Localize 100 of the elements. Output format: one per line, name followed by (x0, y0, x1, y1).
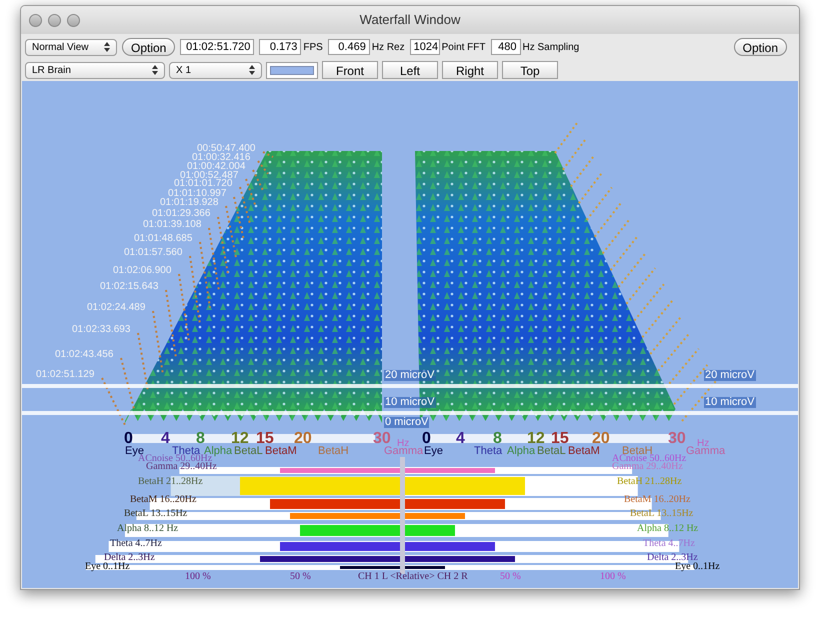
leader-line (618, 251, 648, 288)
band-label: Alpha (204, 446, 232, 457)
band-legend-label: Eye 0..1Hz (675, 562, 720, 572)
text-field[interactable]: 0.469 (328, 39, 370, 55)
band-label: BetaH (318, 446, 349, 457)
band-label: BetaM (568, 446, 600, 457)
amplitude-label: 10 microV (704, 397, 756, 408)
leader-line (681, 380, 717, 422)
scale-label: CH 1 L <Relative> CH 2 R (358, 572, 468, 582)
unit-label: Point FFT (442, 40, 486, 54)
leader-line (199, 242, 211, 308)
timestamp-label: 01:01:39.108 (143, 220, 202, 230)
tick-label: 12 (527, 431, 545, 447)
view-button[interactable]: Right (442, 61, 498, 79)
timestamp-label: 01:00:32.416 (192, 153, 250, 163)
band-legend-label: BetaM 16..20Hz (624, 495, 690, 505)
view-button[interactable]: Top (502, 61, 558, 79)
timestamp-label: 01:00:42.004 (187, 162, 246, 172)
band-legend-label: Alpha 8..12 Hz (117, 524, 178, 534)
band-legend-label: ACnoise 50..60Hz (612, 454, 686, 464)
leader-line (586, 186, 613, 221)
timestamp-label: 01:02:06.900 (113, 266, 172, 276)
amplitude-label: 20 microV (384, 370, 436, 381)
band-label: Eye (424, 446, 443, 457)
band-legend-label: BetaL 13..15Hz (124, 509, 188, 519)
band-legend-label: BetaM 16..20Hz (130, 495, 196, 505)
band-label: BetaL (537, 446, 566, 457)
dropdown[interactable]: X 1 (169, 62, 262, 78)
window-title: Waterfall Window (360, 11, 460, 30)
dropdown[interactable]: LR Brain (25, 62, 165, 78)
unit-label: Hz (697, 439, 710, 449)
text-field[interactable]: 1024 (410, 39, 440, 55)
leader-line (189, 256, 201, 325)
unit-label: Hz (397, 439, 410, 449)
zoom-button[interactable] (67, 14, 80, 27)
stepper-icon (104, 42, 110, 52)
band-legend-label: BetaH 21..28Hz (617, 477, 682, 487)
tick-label: 8 (493, 431, 502, 447)
stepper-icon (152, 65, 158, 75)
leader-line (562, 138, 586, 170)
color-well[interactable] (266, 62, 318, 78)
timestamp-label: 01:01:29.366 (152, 209, 210, 219)
band-label: BetaL (234, 446, 263, 457)
close-button[interactable] (29, 14, 42, 27)
band-label: Alpha (507, 446, 536, 457)
band-legend-label: BetaH 21..28Hz (138, 477, 203, 487)
tick-label: 4 (456, 431, 465, 447)
leader-line (165, 290, 177, 358)
timestamp-label: 00:50:47.400 (197, 144, 256, 154)
timestamp-label: 01:02:15.643 (100, 282, 158, 292)
leader-line (570, 154, 596, 188)
band-legend-label: Delta 2..3Hz (647, 553, 698, 563)
amplitude-label: 10 microV (384, 397, 436, 408)
text-field[interactable]: 01:02:51.720 (180, 39, 254, 55)
band-legend-label: Eye 0..1Hz (85, 562, 130, 572)
scale-label: 100 % (185, 572, 211, 582)
minimize-button[interactable] (48, 14, 61, 27)
scale-label: 100 % (600, 572, 626, 582)
tick-label: 20 (592, 431, 610, 447)
scale-label: 50 % (500, 572, 521, 582)
leader-line (594, 203, 622, 238)
leader-line (554, 122, 578, 154)
timestamp-label: 01:02:33.693 (72, 325, 130, 335)
leader-line (578, 170, 604, 204)
text-field[interactable]: 480 (490, 39, 521, 55)
tick-label: 8 (196, 431, 205, 447)
leader-line (137, 332, 149, 392)
unit-label: Hz Rez (372, 40, 405, 54)
unit-label: Hz Sampling (522, 40, 580, 54)
leader-line (208, 228, 220, 292)
scale-label: 50 % (290, 572, 311, 582)
timestamp-label: 01:01:01.720 (174, 179, 232, 189)
timestamp-label: 01:02:43.456 (55, 350, 114, 360)
view-button[interactable]: Front (322, 61, 378, 79)
tick-label: 15 (551, 431, 569, 447)
tick-label: 4 (161, 431, 170, 447)
timestamp-label: 01:02:24.489 (87, 303, 146, 313)
leader-line (610, 235, 639, 271)
leader-line (152, 310, 164, 375)
tick-label: 20 (294, 431, 312, 447)
timestamp-label: 01:02:51.129 (36, 370, 94, 380)
view-button[interactable]: Left (382, 61, 438, 79)
timestamp-label: 01:01:48.685 (134, 234, 192, 244)
option-button[interactable]: Option (734, 38, 787, 56)
timestamp-label: 01:01:57.560 (124, 248, 182, 258)
leader-line (634, 284, 665, 322)
band-legend-label: ACnoise 50..60Hz (138, 454, 212, 464)
leader-line (178, 274, 190, 342)
leader-line (602, 219, 630, 254)
timestamp-label: 01:01:19.928 (160, 198, 218, 208)
dropdown[interactable]: Normal View (25, 38, 117, 56)
option-button[interactable]: Option (122, 38, 176, 56)
band-legend-label: Theta 4..7Hz (110, 539, 162, 549)
tick-label: 15 (256, 431, 274, 447)
leader-line (262, 151, 274, 158)
tick-label: 0 (124, 431, 133, 447)
text-field[interactable]: 0.173 (259, 39, 302, 55)
leader-line (649, 316, 682, 355)
band-label: Gamma (384, 446, 424, 457)
band-legend-label: Gamma 29..40Hz (146, 462, 217, 472)
